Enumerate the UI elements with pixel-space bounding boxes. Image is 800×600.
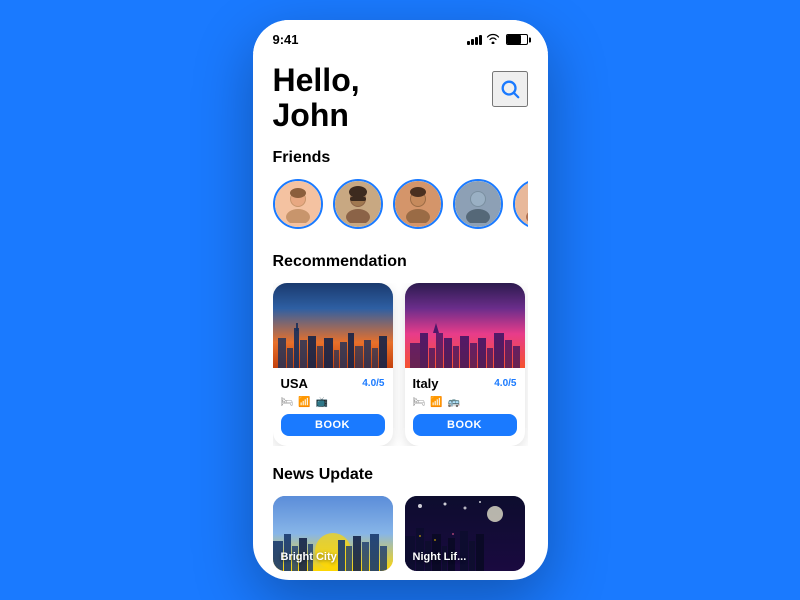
status-bar: 9:41 [253,20,548,53]
italy-skyline [405,318,525,368]
rec-card-usa-amenities: 🛏 📶 📺 [281,397,385,408]
wifi-icon [486,33,500,47]
bed-icon-2: 🛏 [413,397,426,408]
battery-icon [506,34,528,45]
friends-row [273,179,528,233]
friend-avatar-5[interactable] [513,179,528,229]
rec-card-usa-body: USA 4.0/5 🛏 📶 📺 BOOK [273,368,393,446]
recommendation-row: USA 4.0/5 🛏 📶 📺 BOOK [273,283,528,446]
status-time: 9:41 [273,32,299,47]
signal-icon [467,35,482,45]
news-card-bright-city[interactable]: Bright City [273,496,393,571]
rec-card-italy-image [405,283,525,368]
bright-city-label: Bright City [281,551,337,563]
wifi-amenity-icon: 📶 [298,397,310,408]
friends-section-title: Friends [273,149,528,167]
rec-card-italy-body: Italy 4.0/5 🛏 📶 🚌 BOOK [405,368,525,446]
news-card-night-life[interactable]: Night Lif... [405,496,525,571]
friend-avatar-1[interactable] [273,179,323,229]
header-section: Hello, John [273,63,528,133]
rec-card-italy-name: Italy [413,376,439,391]
rec-card-usa[interactable]: USA 4.0/5 🛏 📶 📺 BOOK [273,283,393,446]
bus-icon: 🚌 [448,397,460,408]
book-italy-button[interactable]: BOOK [413,414,517,436]
search-button[interactable] [492,71,528,107]
rec-card-italy[interactable]: Italy 4.0/5 🛏 📶 🚌 BOOK [405,283,525,446]
news-section-title: News Update [273,466,528,484]
greeting-text: Hello, John [273,63,360,133]
rec-card-italy-rating: 4.0/5 [494,378,516,389]
rec-card-usa-rating: 4.0/5 [362,378,384,389]
bed-icon: 🛏 [281,397,294,408]
usa-skyline [273,318,393,368]
rec-card-italy-amenities: 🛏 📶 🚌 [413,397,517,408]
tv-icon: 📺 [316,397,328,408]
status-icons [467,33,528,47]
rec-card-usa-image [273,283,393,368]
friend-avatar-3[interactable] [393,179,443,229]
rec-card-usa-name: USA [281,376,308,391]
friend-avatar-4[interactable] [453,179,503,229]
news-row: Bright City [273,496,528,575]
phone-frame: 9:41 Hello, [253,20,548,580]
recommendation-section-title: Recommendation [273,253,528,271]
night-life-label: Night Lif... [413,551,467,563]
book-usa-button[interactable]: BOOK [281,414,385,436]
friend-avatar-2[interactable] [333,179,383,229]
main-content: Hello, John Friends [253,53,548,580]
wifi-amenity-icon-2: 📶 [430,397,442,408]
